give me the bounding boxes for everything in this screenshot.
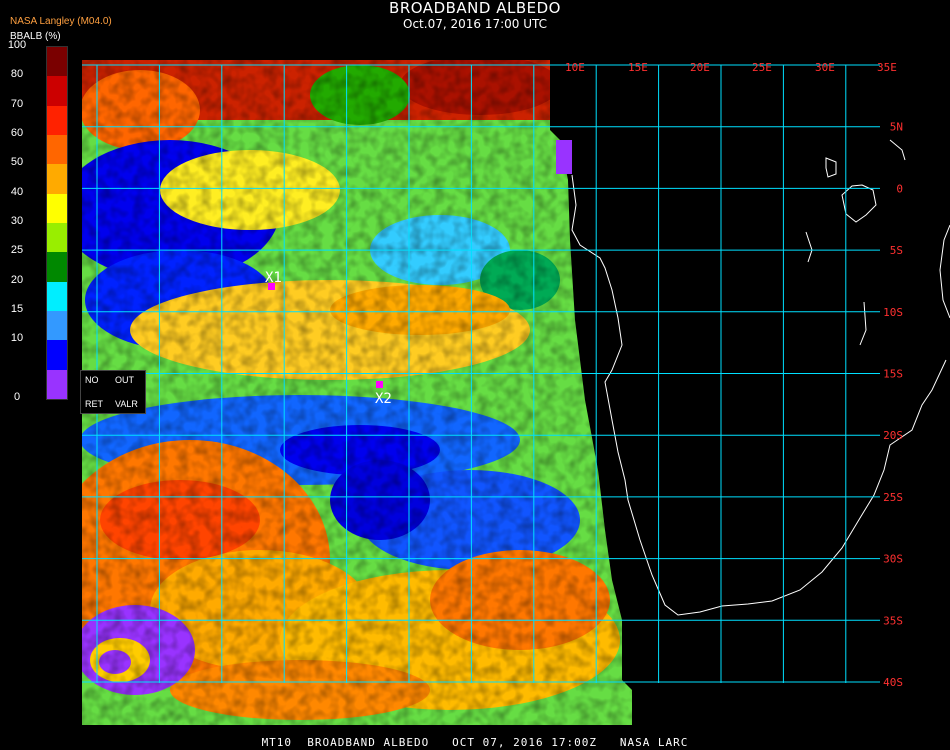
colorbar: [46, 46, 68, 400]
lake-patch: [556, 140, 572, 174]
colorbar-tick-label: 0: [13, 391, 21, 403]
colorbar-segment: [47, 164, 67, 194]
colorbar-segment: [47, 340, 67, 370]
latitude-label: 35S: [883, 614, 903, 627]
latitude-label: 15S: [883, 368, 903, 381]
latitude-label: 0: [896, 182, 903, 195]
source-label: NASA Langley (M04.0): [10, 16, 112, 27]
longitude-label: 30E: [815, 61, 835, 74]
colorbar-tick-label: 30: [10, 215, 24, 227]
colorbar-tick-label: 40: [10, 185, 24, 198]
colorbar-tick-label: 50: [10, 156, 24, 169]
latitude-label: 10S: [883, 306, 903, 319]
legend-no: NO: [85, 375, 99, 385]
colorbar-segment: [47, 252, 67, 282]
footer-caption: MT10 BROADBAND ALBEDO OCT 07, 2016 17:00…: [261, 736, 689, 749]
latitude-label: 5N: [890, 121, 903, 134]
longitude-label: 10E: [565, 61, 585, 74]
longitude-label: 25E: [752, 61, 772, 74]
colorbar-tick-label: 15: [10, 303, 24, 315]
colorbar-tick-label: 60: [10, 127, 24, 139]
legend-ret: RET: [85, 399, 103, 409]
map-subtitle: Oct.07, 2016 17:00 UTC: [403, 17, 547, 31]
map-title: BROADBAND ALBEDO: [389, 0, 561, 17]
colorbar-segment: [47, 76, 67, 106]
legend-box: NO OUT RET VALR: [80, 370, 146, 414]
colorbar-tick-label: 10: [10, 332, 24, 345]
colorbar-segment: [47, 47, 67, 77]
latitude-label: 40S: [883, 676, 903, 689]
legend-out: OUT: [115, 375, 134, 385]
colorbar-tick-label: 80: [10, 68, 24, 81]
colorbar-segment: [47, 105, 67, 135]
colorbar-segment: [47, 223, 67, 253]
colorbar-segment: [47, 193, 67, 223]
colorbar-tick-label: 100: [7, 39, 27, 51]
longitude-label: 15E: [628, 61, 648, 74]
colorbar-segment: [47, 281, 67, 311]
latitude-label: 25S: [883, 491, 903, 504]
colorbar-segment: [47, 135, 67, 165]
marker-x2: [376, 381, 383, 388]
marker-x2-label: X2: [375, 391, 392, 407]
colorbar-tick-label: 25: [10, 244, 24, 257]
colorbar-segment: [47, 311, 67, 341]
marker-x1-label: X1: [265, 270, 282, 286]
longitude-label: 35E: [877, 61, 897, 74]
latitude-label: 5S: [890, 244, 903, 257]
colorbar-tick-label: 70: [10, 97, 24, 110]
grid-labels: 10E 15E 20E 25E 30E 35E 5N 0 5S 10S 15S 20S 25S 30S 35…: [565, 61, 903, 689]
latitude-label: 20S: [883, 429, 903, 442]
longitude-label: 20E: [690, 61, 710, 74]
colorbar-segment: [47, 369, 67, 399]
latitude-label: 30S: [883, 553, 903, 566]
colorbar-tick-label: 20: [10, 273, 24, 286]
legend-valr: VALR: [115, 399, 138, 409]
